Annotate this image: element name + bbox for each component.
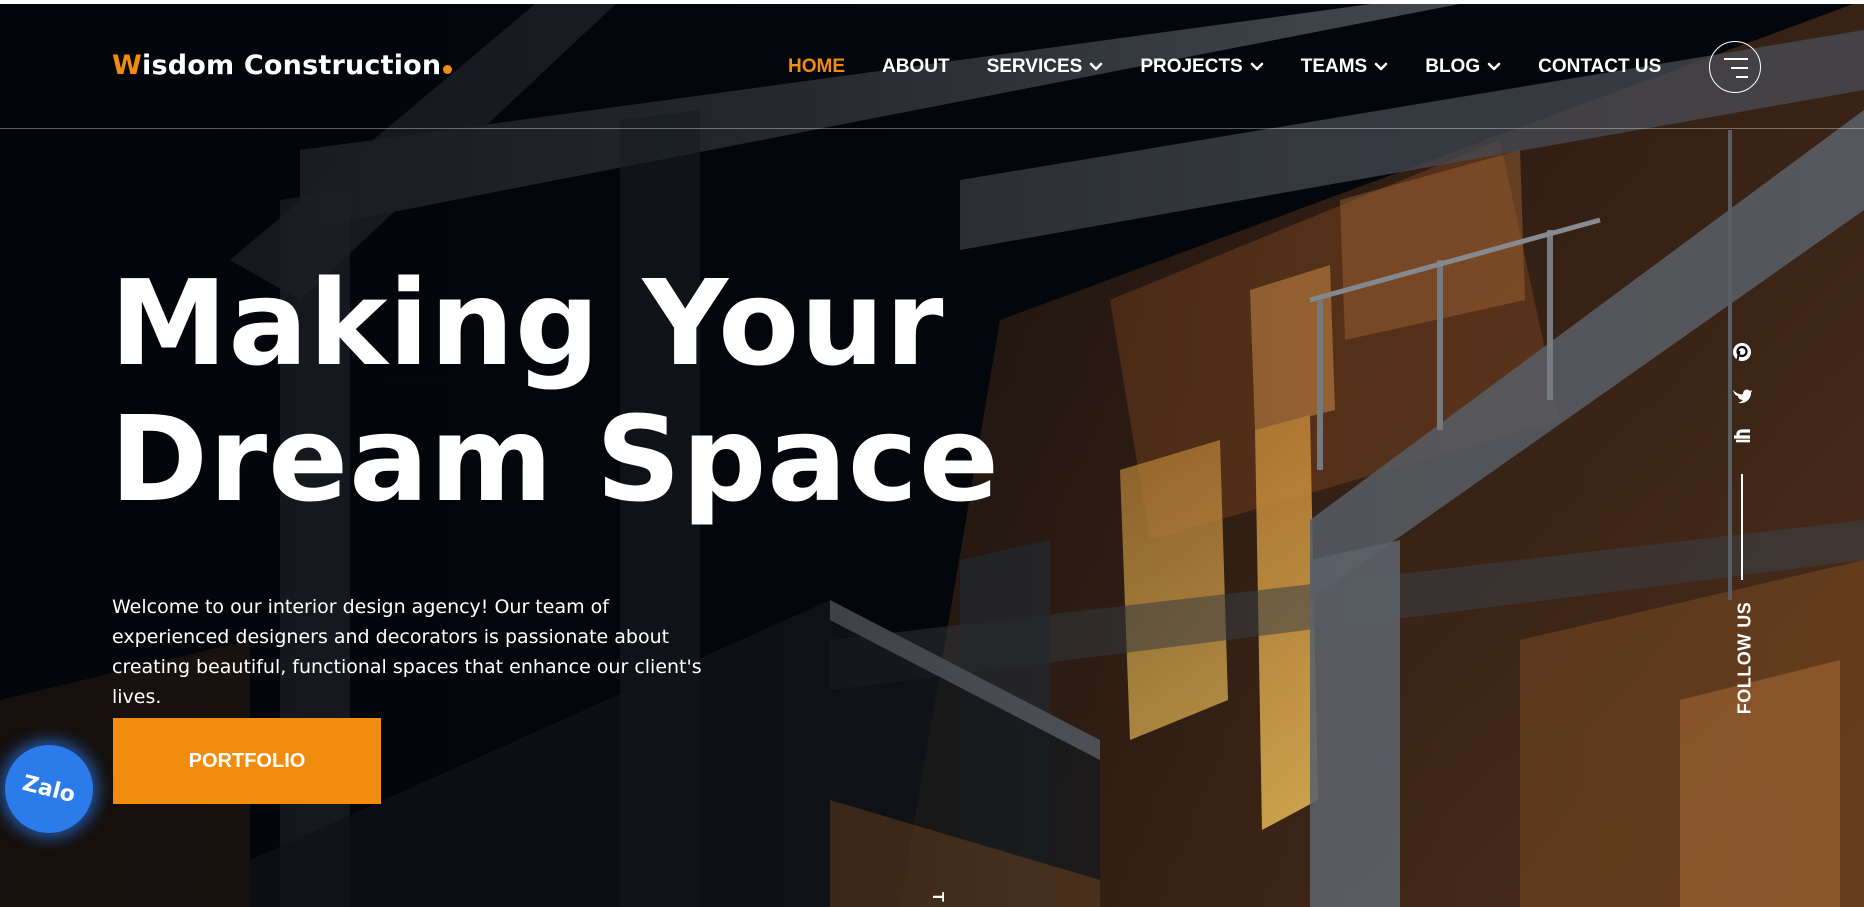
zalo-label: Zalo [20,770,78,808]
nav-item-services[interactable]: SERVICES [987,56,1104,78]
hamburger-menu-button[interactable] [1709,41,1761,93]
pinterest-icon[interactable] [1730,340,1754,364]
logo-text: isdom Construction [141,50,442,81]
main-nav: HOME ABOUT SERVICES PROJECTS TEAMS BLOG [788,56,1661,78]
follow-us-label: FOLLOW US [1734,601,1755,715]
nav-item-label: BLOG [1425,56,1481,77]
hamburger-menu-icon [1724,58,1748,78]
logo-dot [443,65,453,74]
chevron-down-icon [1487,62,1501,71]
scroll-indicator-text: T [930,892,946,902]
page: Wisdom Construction HOME ABOUT SERVICES … [0,0,1864,907]
hero-title-line-2: Dream Space [110,390,1000,528]
nav-item-home[interactable]: HOME [788,56,845,78]
nav-item-blog[interactable]: BLOG [1425,56,1501,78]
facebook-icon[interactable] [1730,426,1754,450]
nav-item-label: HOME [788,56,845,77]
chevron-down-icon [1090,62,1103,71]
portfolio-button[interactable]: PORTFOLIO [113,718,381,804]
nav-item-label: SERVICES [986,56,1083,77]
scroll-indicator-label: T [930,892,952,907]
chevron-down-icon [1250,62,1264,71]
zalo-chat-button[interactable]: Zalo [5,745,93,833]
nav-item-label: ABOUT [882,56,950,77]
twitter-icon[interactable] [1730,384,1754,408]
nav-item-label: TEAMS [1300,56,1368,77]
hero-title-line-1: Making Your [110,254,945,392]
browser-top-strip [0,0,1864,4]
site-logo[interactable]: Wisdom Construction [112,50,453,81]
hero-title: Making Your Dream Space [110,255,1000,527]
site-header: Wisdom Construction HOME ABOUT SERVICES … [0,4,1864,129]
logo-accent-letter: W [112,50,142,81]
chevron-down-icon [1374,62,1388,71]
hero-description: Welcome to our interior design agency! O… [112,596,702,708]
nav-item-label: CONTACT US [1538,56,1662,77]
social-divider-line [1741,474,1743,580]
nav-item-contact-us[interactable]: CONTACT US [1538,56,1661,78]
nav-item-label: PROJECTS [1140,56,1243,77]
nav-item-teams[interactable]: TEAMS [1301,56,1389,78]
nav-item-projects[interactable]: PROJECTS [1140,56,1264,78]
nav-item-about[interactable]: ABOUT [882,56,950,78]
